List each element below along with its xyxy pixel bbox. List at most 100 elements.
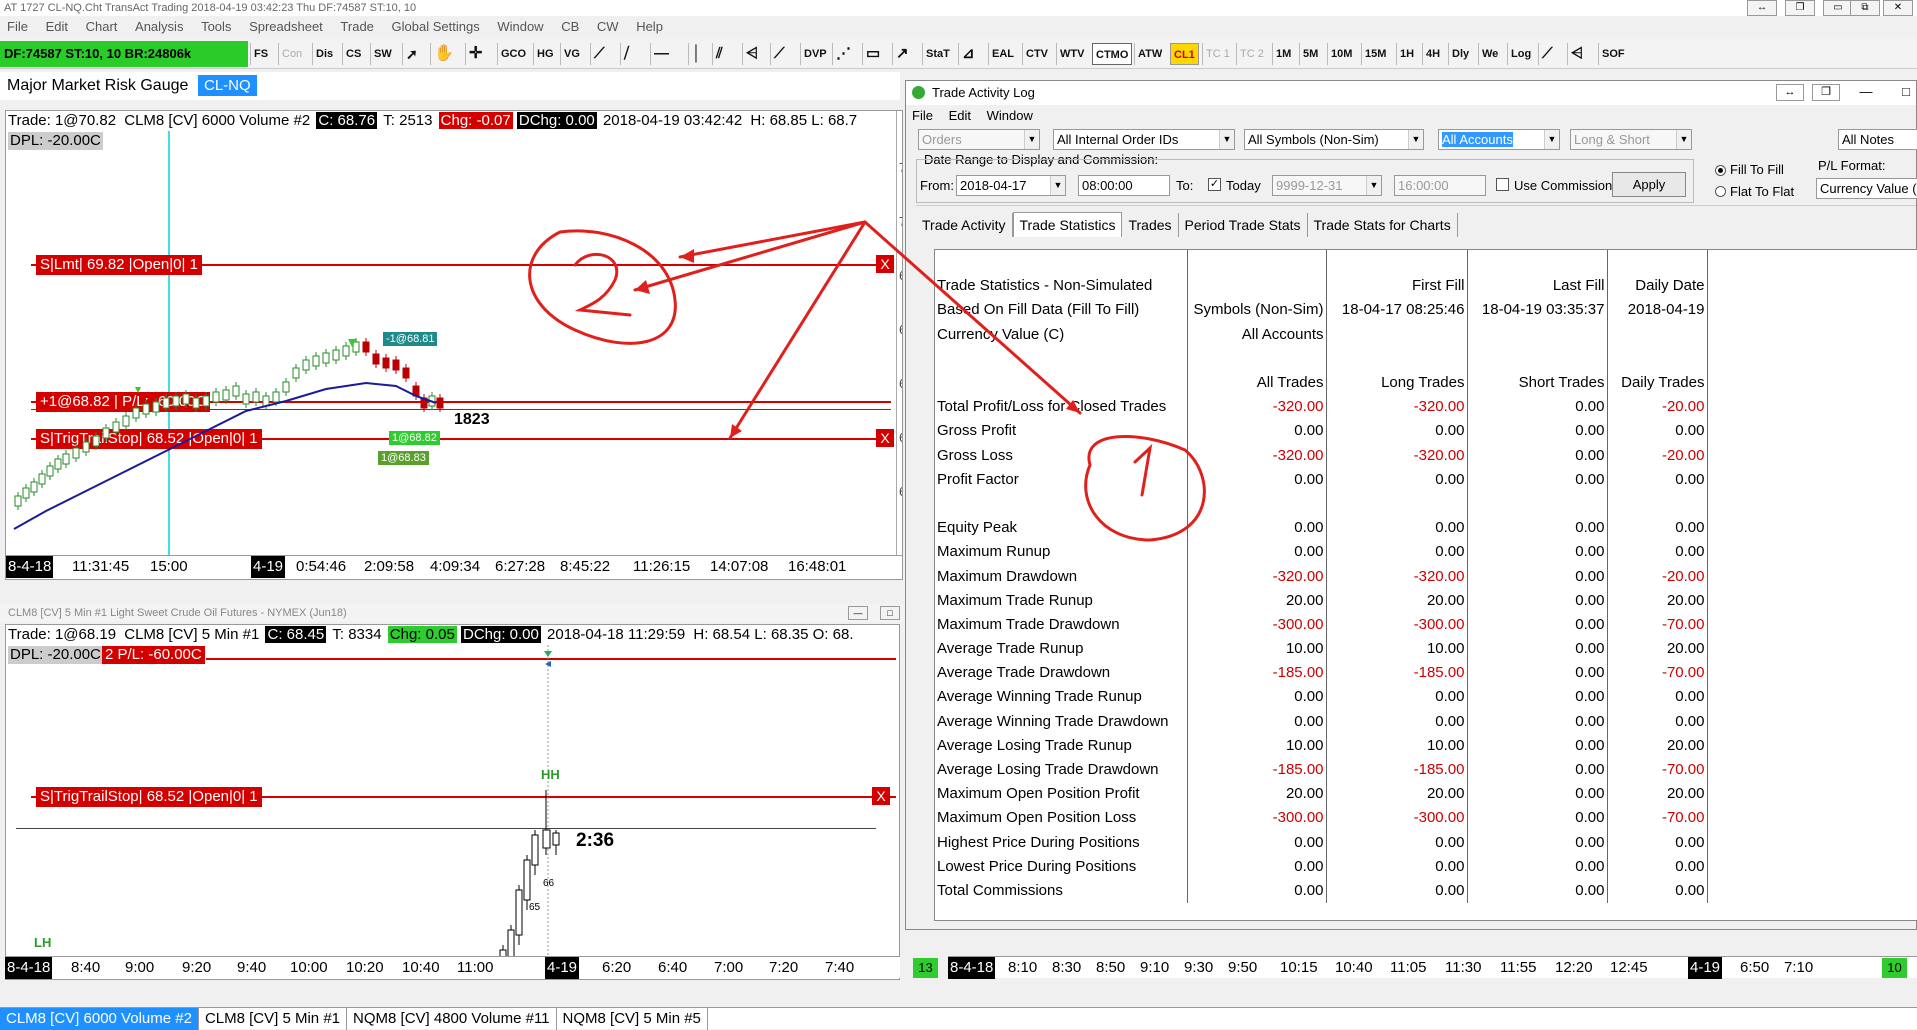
from-time-input[interactable]: 08:00:00 [1078,175,1170,196]
hg-button[interactable]: HG [533,43,557,65]
cursor-icon[interactable]: ➚ [402,43,421,65]
minimize-icon[interactable]: — [848,606,868,620]
accounts-select[interactable]: All Accounts ▼ [1438,129,1560,150]
sw-button[interactable]: SW [370,43,395,65]
to-time-input[interactable]: 16:00:00 [1394,175,1486,196]
pitchfork-icon[interactable]: ⋰ [832,43,854,65]
tab-trade-activity[interactable]: Trade Activity [916,213,1013,237]
menu-analysis[interactable]: Analysis [128,17,190,37]
cl1-button[interactable]: CL1 [1170,43,1199,65]
zigzag-icon[interactable]: ⟋ [1538,43,1556,65]
tab-trade-stats-for-charts[interactable]: Trade Stats for Charts [1308,213,1458,237]
tc1-button[interactable]: TC 1 [1202,43,1233,65]
crosshair-icon[interactable]: ✛ [465,43,485,65]
chart2-panel[interactable]: Trade: 1@68.19 CLM8 [CV] 5 Min #1 C: 68.… [5,624,900,980]
scroll-left-icon[interactable]: ‹ [8,577,12,579]
1m-button[interactable]: 1M [1272,43,1294,65]
tab-chart-nqm8-volume[interactable]: NQM8 [CV] 4800 Volume #11 [347,1008,557,1030]
menu-global-settings[interactable]: Global Settings [385,17,487,37]
log-button[interactable]: Log [1507,43,1534,65]
hline-icon[interactable]: — [650,43,672,65]
con-button[interactable]: Con [278,43,305,65]
menu-cw[interactable]: CW [590,17,626,37]
side-select[interactable]: Long & Short ▼ [1570,129,1692,150]
tab-chart-nqm8-5min[interactable]: NQM8 [CV] 5 Min #5 [557,1008,708,1030]
stat-button[interactable]: StaT [922,43,953,65]
dly-button[interactable]: Dly [1448,43,1472,65]
dis-button[interactable]: Dis [312,43,336,65]
wtv-button[interactable]: WTV [1056,43,1087,65]
chart1-panel[interactable]: Trade: 1@70.82 CLM8 [CV] 6000 Volume #2 … [5,110,903,580]
we-button[interactable]: We [1478,43,1501,65]
tab-period-trade-stats[interactable]: Period Trade Stats [1179,213,1308,237]
trade-log-menu-window[interactable]: Window [981,108,1039,123]
tile-window-icon[interactable]: ⧉ [1850,0,1880,16]
4h-button[interactable]: 4H [1422,43,1443,65]
channel-icon[interactable]: ⧸ [620,43,632,65]
orders-select[interactable]: Orders ▼ [918,129,1040,150]
symbols-select[interactable]: All Symbols (Non-Sim) ▼ [1244,129,1424,150]
trade-log-menu-edit[interactable]: Edit [943,108,977,123]
flat-to-flat-radio[interactable] [1715,186,1726,197]
menu-file[interactable]: File [0,17,35,37]
menu-cb[interactable]: CB [554,17,586,37]
fs-button[interactable]: FS [250,43,271,65]
tab-trade-statistics[interactable]: Trade Statistics [1012,212,1123,237]
to-time-value: 16:00:00 [1398,178,1449,193]
tab-chart-clm8-volume[interactable]: CLM8 [CV] 6000 Volume #2 [0,1008,199,1030]
to-date-picker[interactable]: 9999-12-31 ▼ [1272,175,1382,196]
symbol-tag[interactable]: CL-NQ [198,75,257,96]
15m-button[interactable]: 15M [1361,43,1389,65]
menu-help[interactable]: Help [629,17,670,37]
ctmo-button[interactable]: CTMO [1092,43,1133,65]
cs-button[interactable]: CS [342,43,364,65]
menu-spreadsheet[interactable]: Spreadsheet [242,17,330,37]
trendline-icon[interactable]: ⟋ [590,43,608,65]
apply-button[interactable]: Apply [1612,172,1686,197]
10m-button[interactable]: 10M [1327,43,1355,65]
minimize-icon[interactable]: — [1856,84,1876,101]
atw-button[interactable]: ATW [1134,43,1165,65]
menu-chart[interactable]: Chart [79,17,125,37]
menu-edit[interactable]: Edit [39,17,75,37]
from-date-picker[interactable]: 2018-04-17 ▼ [956,175,1066,196]
order-ids-select[interactable]: All Internal Order IDs ▼ [1053,129,1235,150]
menu-trade[interactable]: Trade [333,17,380,37]
sof-button[interactable]: SOF [1598,43,1628,65]
tab-chart-clm8-5min[interactable]: CLM8 [CV] 5 Min #1 [199,1008,348,1030]
restore-icon[interactable]: ❐ [1812,84,1840,101]
vline-icon[interactable]: │ [688,43,704,65]
vg-button[interactable]: VG [560,43,583,65]
hand-icon[interactable]: ✋ [430,43,457,65]
arrow-icon[interactable]: ↗ [892,43,912,65]
fib-icon[interactable]: ⩤ [742,43,761,65]
use-commission-checkbox[interactable] [1496,178,1509,191]
minimize-window-icon[interactable]: ▭ [1823,0,1853,16]
move-icon[interactable]: ↔ [1776,84,1804,101]
notes-select[interactable]: All Notes [1838,129,1917,150]
parallel-icon[interactable]: ⫽ [712,43,726,65]
ctv-button[interactable]: CTV [1022,43,1051,65]
tab-trades[interactable]: Trades [1122,213,1179,237]
rect-icon[interactable]: ▭ [862,43,883,65]
tc2-button[interactable]: TC 2 [1236,43,1267,65]
gauge-icon[interactable]: ⊿ [958,43,978,65]
fib-ext-icon[interactable]: ⩤ [1567,43,1586,65]
menu-tools[interactable]: Tools [194,17,238,37]
eal-button[interactable]: EAL [988,43,1017,65]
close-window-icon[interactable]: ✕ [1883,0,1913,16]
maximize-icon[interactable]: □ [880,606,900,620]
today-checkbox[interactable]: ✓ [1208,178,1221,191]
5m-button[interactable]: 5M [1299,43,1321,65]
1h-button[interactable]: 1H [1396,43,1417,65]
maximize-icon[interactable]: □ [1896,84,1916,101]
pl-format-select[interactable]: Currency Value (C [1816,178,1917,199]
fill-to-fill-radio[interactable] [1715,165,1726,176]
trade-log-menu-file[interactable]: File [906,108,939,123]
menu-window[interactable]: Window [490,17,550,37]
ray-icon[interactable]: ⟋ [770,43,788,65]
dvp-button[interactable]: DVP [800,43,830,65]
restore-window-icon[interactable]: ❐ [1785,0,1815,16]
gco-button[interactable]: GCO [497,43,529,65]
move-window-icon[interactable]: ↔ [1747,0,1777,16]
